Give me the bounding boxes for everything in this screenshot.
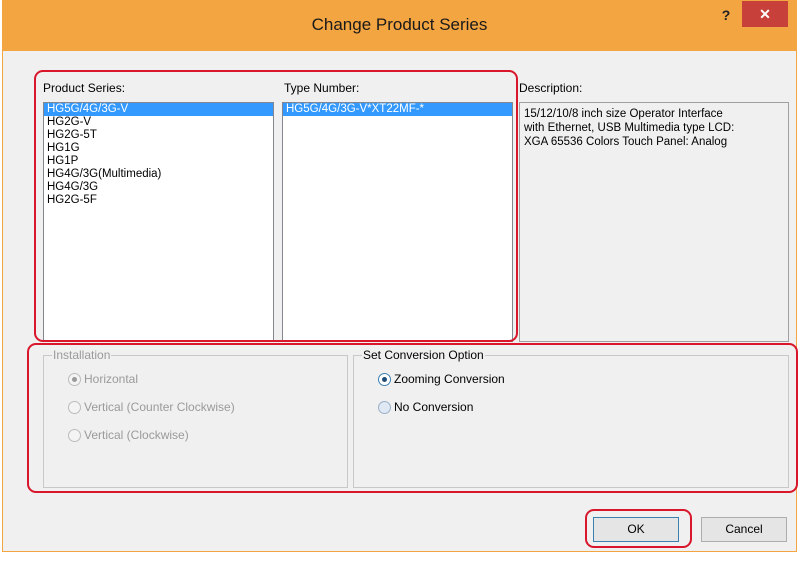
list-item[interactable]: HG2G-5T (44, 129, 273, 142)
radio-zooming-conversion[interactable]: Zooming Conversion (378, 372, 505, 386)
radio-label: Zooming Conversion (394, 372, 505, 386)
dialog-title: Change Product Series (311, 15, 488, 34)
close-icon: ✕ (759, 6, 771, 22)
radio-button-icon (68, 400, 81, 414)
radio-horizontal[interactable]: Horizontal (68, 372, 138, 386)
description-line: XGA 65536 Colors Touch Panel: Analog (524, 136, 728, 148)
radio-label: Vertical (Counter Clockwise) (84, 400, 235, 414)
conversion-group-title: Set Conversion Option (362, 348, 485, 362)
list-item[interactable]: HG4G/3G (44, 181, 273, 194)
list-item[interactable]: HG4G/3G(Multimedia) (44, 168, 273, 181)
radio-no-conversion[interactable]: No Conversion (378, 400, 473, 414)
cancel-button[interactable]: Cancel (701, 517, 787, 542)
product-series-list[interactable]: HG5G/4G/3G-V HG2G-V HG2G-5T HG1G HG1P HG4G/3G… (43, 102, 274, 342)
radio-button-icon (68, 428, 81, 442)
list-item[interactable]: HG2G-V (44, 116, 273, 129)
radio-label: Horizontal (84, 372, 139, 386)
list-item[interactable]: HG2G-5F (44, 194, 273, 207)
installation-group: Installation Horizontal Vertical (Counte… (43, 348, 348, 488)
radio-button-icon (68, 372, 81, 386)
radio-label: No Conversion (394, 400, 474, 414)
description-box: 15/12/10/8 inch size Operator Interface … (519, 102, 789, 342)
type-number-list[interactable]: HG5G/4G/3G-V*XT22MF-* (282, 102, 513, 342)
conversion-option-group: Set Conversion Option Zooming Conversion… (353, 348, 789, 488)
help-button[interactable]: ? (713, 7, 739, 27)
description-label: Description: (519, 81, 583, 95)
type-number-label: Type Number: (284, 81, 360, 95)
radio-button-icon (378, 372, 391, 386)
close-button[interactable]: ✕ (742, 1, 788, 27)
list-item[interactable]: HG5G/4G/3G-V (44, 103, 273, 116)
ok-button[interactable]: OK (593, 517, 679, 542)
radio-vertical-ccw[interactable]: Vertical (Counter Clockwise) (68, 400, 235, 414)
title-bar[interactable]: Change Product Series ? ✕ (3, 1, 796, 51)
description-line: with Ethernet, USB Multimedia type LCD: (524, 122, 735, 134)
radio-label: Vertical (Clockwise) (84, 428, 189, 442)
list-item[interactable]: HG1P (44, 155, 273, 168)
list-item[interactable]: HG5G/4G/3G-V*XT22MF-* (283, 103, 512, 116)
change-product-series-dialog: Change Product Series ? ✕ Product Series… (2, 0, 797, 552)
installation-group-title: Installation (52, 348, 112, 362)
radio-button-icon (378, 400, 391, 414)
radio-vertical-cw[interactable]: Vertical (Clockwise) (68, 428, 189, 442)
product-series-label: Product Series: (43, 81, 126, 95)
list-item[interactable]: HG1G (44, 142, 273, 155)
description-line: 15/12/10/8 inch size Operator Interface (524, 108, 723, 120)
